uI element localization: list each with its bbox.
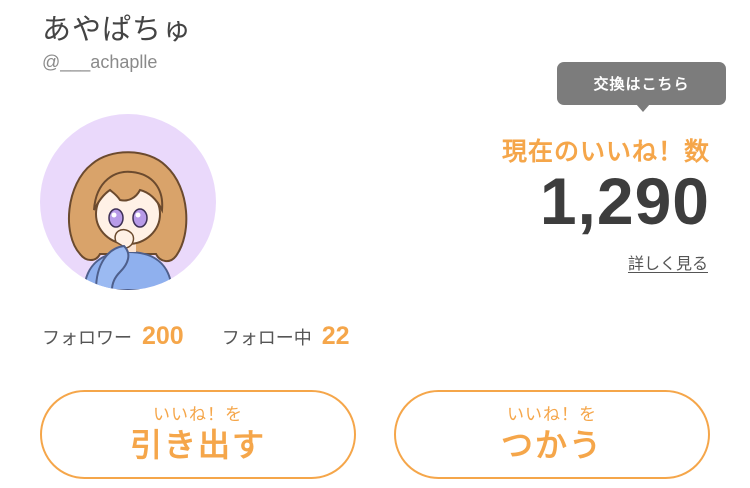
withdraw-likes-button[interactable]: いいね！を 引き出す	[40, 390, 356, 479]
following-stat[interactable]: フォロー中 22	[222, 322, 350, 351]
following-label: フォロー中	[221, 327, 312, 349]
current-likes-label: 現在のいいね！数	[501, 137, 710, 166]
followers-stat[interactable]: フォロワー 200	[42, 322, 184, 351]
use-button-sublabel: いいね！を	[507, 405, 597, 426]
avatar-illustration	[68, 151, 188, 290]
withdraw-button-sublabel: いいね！を	[153, 405, 243, 426]
following-count: 22	[321, 322, 350, 350]
followers-count: 200	[142, 322, 184, 350]
use-likes-button[interactable]: いいね！を つかう	[394, 390, 710, 479]
display-name: あやぱちゅ	[42, 12, 193, 46]
followers-label: フォロワー	[42, 327, 132, 349]
user-handle: @___achaplle	[42, 52, 158, 72]
avatar[interactable]	[40, 114, 216, 290]
follow-stats: フォロワー 200 フォロー中 22	[42, 322, 350, 351]
withdraw-button-label: 引き出す	[129, 425, 266, 464]
current-likes-count: 1,290	[539, 164, 710, 238]
tooltip-arrow-icon	[636, 104, 650, 112]
exchange-tooltip[interactable]: 交換はこちら	[557, 62, 726, 105]
see-details-link[interactable]: 詳しく見る	[628, 250, 708, 274]
use-button-label: つかう	[500, 425, 603, 464]
